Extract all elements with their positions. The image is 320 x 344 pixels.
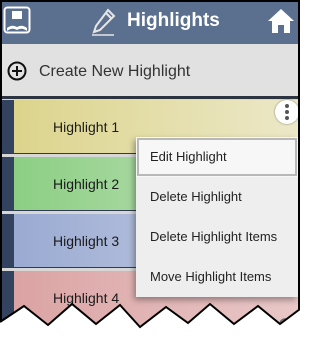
create-new-highlight-label: Create New Highlight [39, 63, 191, 80]
menu-dot [285, 104, 289, 108]
menu-dot [285, 110, 289, 114]
create-new-highlight-button[interactable]: Create New Highlight [0, 52, 300, 90]
highlight-label: Highlight 4 [53, 290, 120, 306]
app: Highlights Create New Highlight Highligh… [0, 0, 300, 344]
menu-item-label: Move Highlight Items [150, 269, 272, 284]
edit-icon[interactable] [279, 318, 291, 330]
page-title: Highlights [127, 10, 220, 31]
book-icon[interactable] [3, 6, 31, 34]
menu-item-edit-highlight[interactable]: Edit Highlight [136, 137, 298, 177]
screenshot-frame: Highlights Create New Highlight Highligh… [0, 0, 300, 344]
highlight-label: Highlight 2 [53, 176, 120, 192]
home-icon[interactable] [266, 6, 296, 36]
menu-item-label: Edit Highlight [150, 149, 227, 164]
row-tab [0, 214, 14, 268]
menu-item-move-highlight-items[interactable]: Move Highlight Items [136, 257, 298, 297]
row-tab [0, 100, 14, 154]
menu-item-delete-highlight[interactable]: Delete Highlight [136, 177, 298, 217]
menu-dot [285, 116, 289, 120]
highlight-label: Highlight 1 [53, 119, 120, 135]
menu-item-label: Delete Highlight [150, 189, 242, 204]
app-header: Highlights [0, 0, 300, 44]
plus-circle-icon [7, 61, 27, 81]
row-tab [0, 271, 14, 325]
highlight-label: Highlight 3 [53, 233, 120, 249]
menu-item-label: Delete Highlight Items [150, 229, 278, 244]
context-menu: Edit Highlight Delete Highlight Delete H… [136, 137, 298, 297]
menu-item-delete-highlight-items[interactable]: Delete Highlight Items [136, 217, 298, 257]
pen-icon [92, 8, 116, 36]
more-vertical-icon[interactable] [275, 100, 299, 124]
row-tab [0, 157, 14, 211]
